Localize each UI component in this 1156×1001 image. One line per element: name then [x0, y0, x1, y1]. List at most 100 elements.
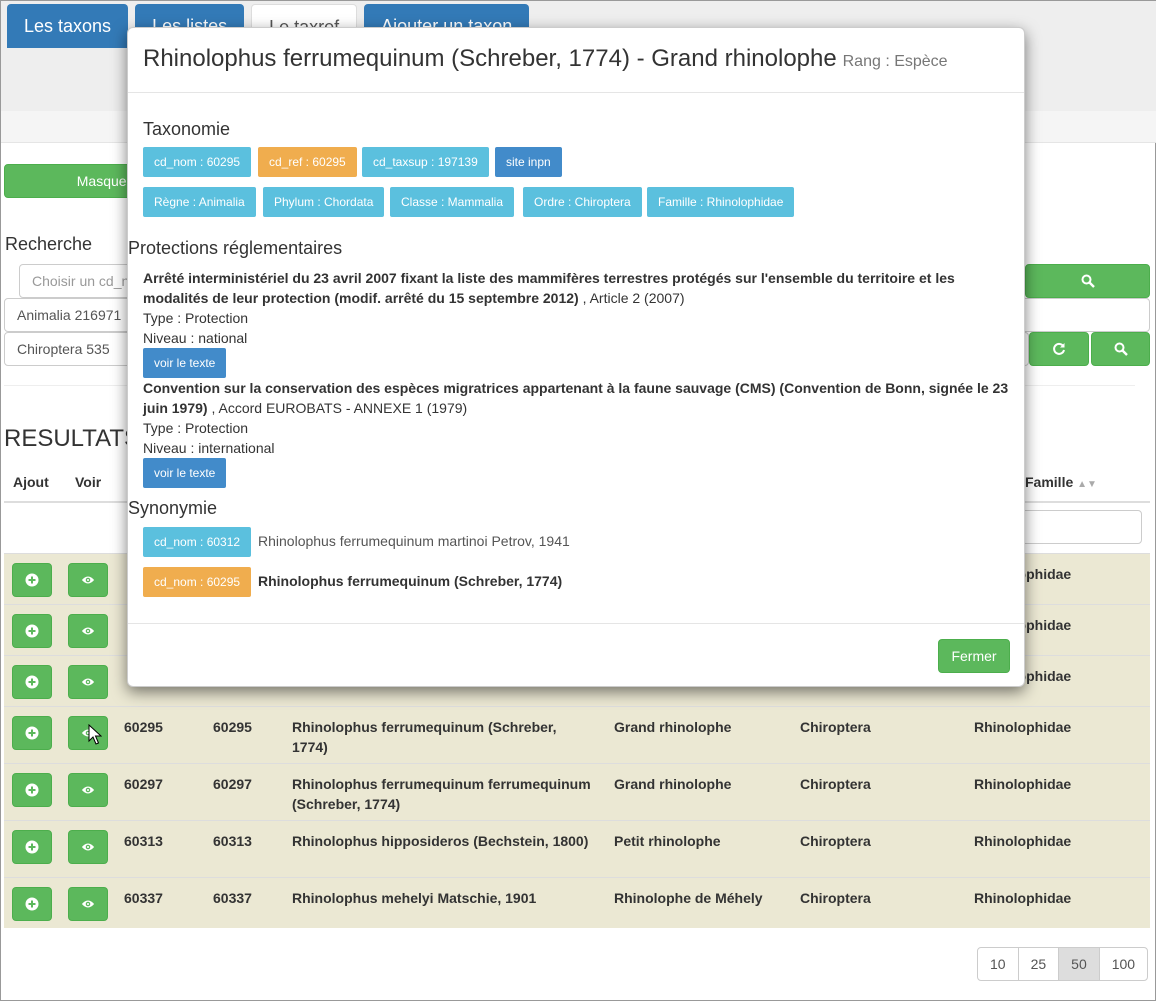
taxon-detail-modal: Rhinolophus ferrumequinum (Schreber, 177… [127, 27, 1025, 687]
cell-order: Chiroptera [800, 890, 871, 906]
cd-taxsup-badge: cd_taxsup : 197139 [362, 147, 489, 177]
close-button[interactable]: Fermer [938, 639, 1010, 673]
plus-circle-icon [25, 726, 39, 740]
cell-scientific-name: Rhinolophus ferrumequinum (Schreber, 177… [292, 719, 557, 755]
synonym-badge: cd_nom : 60312 [143, 527, 252, 557]
plus-circle-icon [25, 624, 39, 638]
taxon-rank: Rang : Espèce [842, 53, 948, 70]
eye-icon [81, 786, 95, 794]
add-taxon-button[interactable] [12, 830, 52, 864]
cell-family: Rhinolophidae [974, 890, 1072, 906]
cell-cd-nom: 60297 [124, 776, 163, 792]
cd-ref-badge: cd_ref : 60295 [258, 147, 357, 177]
add-taxon-button[interactable] [12, 773, 52, 807]
valid-name-badge: cd_nom : 60295 [143, 567, 252, 597]
refresh-icon [1053, 342, 1065, 355]
protection-type: Type : Protection [143, 310, 249, 326]
page-size-50[interactable]: 50 [1058, 947, 1100, 981]
cell-cd-ref: 60313 [213, 833, 252, 849]
page-size-selector: 10 25 50 100 [977, 947, 1149, 981]
add-taxon-button[interactable] [12, 614, 52, 648]
search-icon [1081, 274, 1095, 288]
page-size-25[interactable]: 25 [1017, 947, 1060, 981]
protection-reference: , Accord EUROBATS - ANNEXE 1 (1979) [207, 400, 468, 416]
cell-scientific-name: Rhinolophus mehelyi Matschie, 1901 [292, 890, 537, 906]
class-badge: Classe : Mammalia [390, 187, 515, 217]
protection-type: Type : Protection [143, 420, 249, 436]
cell-common-name: Petit rhinolophe [614, 833, 721, 849]
family-filter-input[interactable] [1021, 510, 1142, 544]
add-taxon-button[interactable] [12, 716, 52, 750]
cell-cd-nom: 60313 [124, 833, 163, 849]
protection-level: Niveau : international [143, 440, 275, 456]
table-row: 60337 60337 Rhinolophus mehelyi Matschie, … [4, 877, 1150, 928]
view-taxon-button[interactable] [68, 887, 108, 921]
synonymy-title: Synonymie [128, 498, 218, 518]
eye-icon [81, 900, 95, 908]
cell-cd-ref: 60337 [213, 890, 252, 906]
valid-name: Rhinolophus ferrumequinum (Schreber, 177… [258, 573, 563, 589]
phylum-badge: Phylum : Chordata [263, 187, 385, 217]
view-taxon-button[interactable] [68, 563, 108, 597]
cell-scientific-name: Rhinolophus hipposideros (Bechstein, 180… [292, 833, 589, 849]
protection-title: Arrêté interministériel du 23 avril 2007… [143, 270, 955, 306]
cell-common-name: Grand rhinolophe [614, 719, 732, 735]
plus-circle-icon [25, 573, 39, 587]
cell-scientific-name: Rhinolophus ferrumequinum ferrumequinum … [292, 776, 591, 812]
table-row: 60313 60313 Rhinolophus hipposideros (Bech… [4, 820, 1150, 877]
cell-family: Rhinolophidae [974, 719, 1072, 735]
view-taxon-button[interactable] [68, 614, 108, 648]
protections-title: Protections réglementaires [128, 238, 343, 258]
kingdom-badge: Règne : Animalia [143, 187, 256, 217]
cell-order: Chiroptera [800, 833, 871, 849]
page-size-10[interactable]: 10 [977, 947, 1019, 981]
view-text-button[interactable]: voir le texte [143, 348, 227, 378]
reset-button[interactable] [1029, 332, 1089, 366]
column-header-voir: Voir [75, 474, 102, 490]
cell-family: Rhinolophidae [974, 833, 1072, 849]
view-taxon-button[interactable] [68, 665, 108, 699]
cell-family: Rhinolophidae [974, 776, 1072, 792]
protection-item: Convention sur la conservation des espèc… [143, 378, 1013, 458]
table-row: 60295 60295 Rhinolophus ferrumequinum (Sch… [4, 706, 1150, 763]
mouse-cursor-icon [88, 724, 102, 745]
site-inpn-link[interactable]: site inpn [495, 147, 562, 177]
results-title: RESULTATS [4, 425, 141, 452]
cell-cd-nom: 60337 [124, 890, 163, 906]
sort-icon: ▲▼ [1077, 479, 1097, 490]
family-badge: Famille : Rhinolophidae [647, 187, 795, 217]
cd-nom-badge: cd_nom : 60295 [143, 147, 252, 177]
column-header-famille[interactable]: Famille ▲▼ [1025, 474, 1097, 490]
eye-icon [81, 843, 95, 851]
cell-cd-ref: 60295 [213, 719, 252, 735]
modal-header: Rhinolophus ferrumequinum (Schreber, 177… [128, 28, 1024, 93]
plus-circle-icon [25, 840, 39, 854]
search-icon [1114, 342, 1128, 356]
view-taxon-button[interactable] [68, 773, 108, 807]
eye-icon [81, 627, 95, 635]
plus-circle-icon [25, 897, 39, 911]
eye-icon [81, 576, 95, 584]
column-header-ajout: Ajout [13, 474, 49, 490]
synonym-name: Rhinolophus ferrumequinum martinoi Petro… [258, 533, 570, 549]
add-taxon-button[interactable] [12, 665, 52, 699]
protection-item: Arrêté interministériel du 23 avril 2007… [143, 268, 1013, 348]
cell-order: Chiroptera [800, 719, 871, 735]
protection-level: Niveau : national [143, 330, 248, 346]
modal-footer: Fermer [128, 623, 1024, 687]
add-taxon-button[interactable] [12, 563, 52, 597]
plus-circle-icon [25, 783, 39, 797]
add-taxon-button[interactable] [12, 887, 52, 921]
order-badge: Ordre : Chiroptera [523, 187, 642, 217]
page-size-100[interactable]: 100 [1098, 947, 1149, 981]
filter-search-button[interactable] [1091, 332, 1150, 366]
table-row: 60297 60297 Rhinolophus ferrumequinum ferr… [4, 763, 1150, 820]
tab-les-taxons[interactable]: Les taxons [7, 4, 129, 48]
view-taxon-button[interactable] [68, 830, 108, 864]
cell-cd-ref: 60297 [213, 776, 252, 792]
cell-common-name: Grand rhinolophe [614, 776, 732, 792]
modal-title: Rhinolophus ferrumequinum (Schreber, 177… [143, 45, 837, 72]
search-button[interactable] [1025, 264, 1150, 298]
protection-reference: , Article 2 (2007) [578, 290, 685, 306]
view-text-button[interactable]: voir le texte [143, 458, 227, 488]
